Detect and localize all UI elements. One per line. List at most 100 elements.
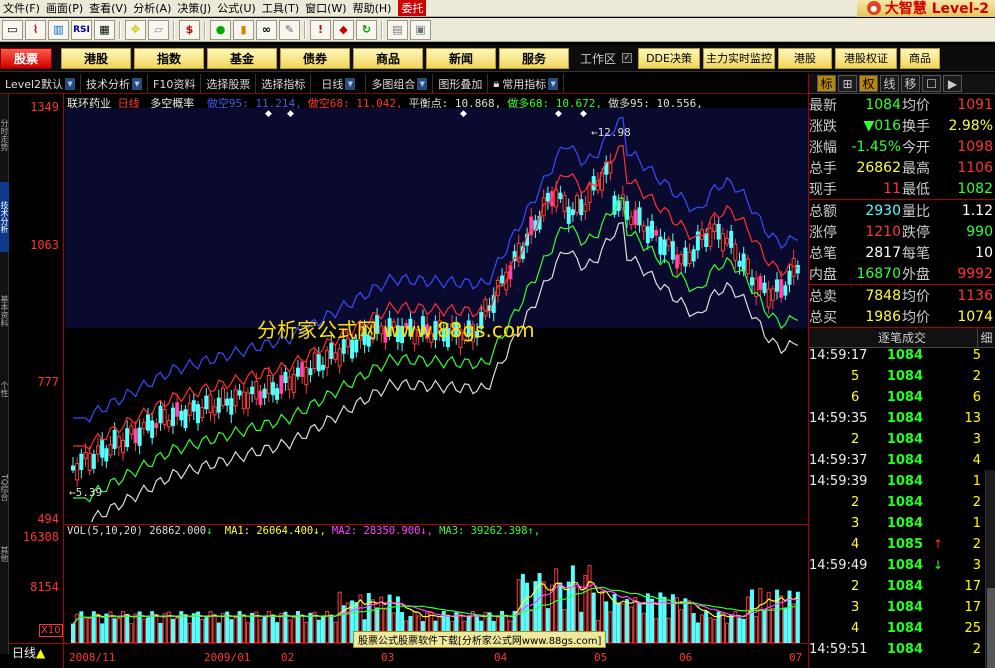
- trade-price: 1084: [886, 642, 923, 657]
- side-tab-personal[interactable]: 个性: [0, 368, 9, 410]
- grid-icon[interactable]: ▦: [94, 19, 115, 40]
- traffic-icon[interactable]: ●: [210, 19, 231, 40]
- nav-bond-button[interactable]: 债券: [280, 47, 350, 69]
- footer-banner[interactable]: 股票公式股票软件下载[分析家公式网www.88gs.com]: [353, 631, 607, 648]
- y-tick-label: 777: [37, 375, 59, 389]
- db-icon[interactable]: ▤: [387, 19, 408, 40]
- nav-hk-button[interactable]: 港股: [61, 47, 131, 69]
- weituo-button[interactable]: 委托: [398, 0, 427, 16]
- trade-row: 14:59:17 1084 5: [809, 348, 995, 369]
- tab-grid[interactable]: ⊞: [838, 75, 857, 92]
- tools-icon[interactable]: ✎: [279, 19, 300, 40]
- menu-tools[interactable]: 工具(T): [259, 0, 302, 16]
- candle-body: [641, 225, 646, 232]
- overlay-button[interactable]: 图形叠加: [433, 73, 489, 94]
- trade-price: 1084: [886, 390, 923, 405]
- menu-view-screen[interactable]: 画面(P): [43, 0, 86, 16]
- nav-service-button[interactable]: 服务: [499, 47, 569, 69]
- tab-quote[interactable]: 标: [817, 75, 836, 92]
- rsi-icon[interactable]: RSI: [71, 19, 92, 40]
- menu-analysis[interactable]: 分析(A): [130, 0, 174, 16]
- volume-bar: [708, 617, 713, 643]
- quote-value: 1074: [957, 308, 993, 325]
- period-switch[interactable]: 日线▲: [12, 644, 45, 661]
- refresh-icon[interactable]: ↻: [356, 19, 377, 40]
- menu-help[interactable]: 帮助(H): [350, 0, 395, 16]
- tab-move[interactable]: 移: [901, 75, 920, 92]
- candle-body: [662, 239, 667, 256]
- side-tab-fundamentals[interactable]: 基本资料: [0, 274, 9, 348]
- menu-formula[interactable]: 公式(U): [214, 0, 259, 16]
- trade-price: 1084: [886, 600, 923, 615]
- select-stock-button[interactable]: 选择股票: [201, 73, 257, 94]
- volume-bar: [129, 623, 134, 643]
- side-tabs: 分时走势 技术分析 基本资料 个性 TQ综合 其他: [0, 94, 9, 654]
- menu-view[interactable]: 查看(V): [86, 0, 130, 16]
- kline-icon[interactable]: ▥: [48, 19, 69, 40]
- side-tab-intraday[interactable]: 分时走势: [0, 94, 9, 176]
- common-indicator-dropdown[interactable]: 🔒︎ 常用指标 ▼: [488, 73, 565, 94]
- volume-bar: [71, 623, 75, 643]
- f10-icon[interactable]: ◆: [333, 19, 354, 40]
- ruler-icon[interactable]: ▱: [148, 19, 169, 40]
- workarea-toggle[interactable]: ✓: [622, 53, 633, 63]
- move-icon[interactable]: ✥: [125, 19, 146, 40]
- candle-body: [787, 270, 792, 285]
- volume-bar: [270, 614, 275, 643]
- menu-window[interactable]: 窗口(W): [302, 0, 349, 16]
- trade-list[interactable]: 14:59:17 1084 5 5 1084 2 6 1084 6 14:59:35 1084 13 2…: [809, 348, 995, 663]
- side-tab-tq[interactable]: TQ综合: [0, 456, 9, 520]
- volume-bar: [133, 613, 138, 643]
- volume-bar: [741, 618, 746, 643]
- dde-button[interactable]: DDE决策: [638, 47, 701, 69]
- volume-bar: [191, 613, 196, 643]
- binoculars-icon[interactable]: ∞: [256, 19, 277, 40]
- alert-icon[interactable]: !: [310, 19, 331, 40]
- quote-label: 每笔: [902, 245, 930, 262]
- kline-chart-panel[interactable]: 1349 1063 777 494 16308 8154 X10 联环药业 日线…: [9, 94, 808, 668]
- scrollbar-thumb[interactable]: [987, 588, 995, 668]
- trade-scrollbar[interactable]: [985, 470, 995, 668]
- tab-rights[interactable]: 权: [859, 75, 878, 92]
- multi-chart-dropdown[interactable]: 多图组合 ▼: [366, 73, 434, 94]
- volume-bar: [162, 613, 167, 643]
- trade-price: 1084: [886, 579, 923, 594]
- menu-decision[interactable]: 决策(J): [174, 0, 214, 16]
- hk-warrant-button[interactable]: 港股权证: [835, 47, 898, 69]
- tab-line[interactable]: 线: [880, 75, 899, 92]
- dollar-icon[interactable]: $: [179, 19, 200, 40]
- nav-commodity-button[interactable]: 商品: [353, 47, 423, 69]
- main-monitor-button[interactable]: 主力实时监控: [703, 47, 776, 69]
- nav-index-button[interactable]: 指数: [134, 47, 204, 69]
- volume-bar: [125, 613, 130, 643]
- candle-body: [237, 390, 242, 396]
- tech-analysis-dropdown[interactable]: 技术分析 ▼: [81, 73, 149, 94]
- side-tab-technical[interactable]: 技术分析: [0, 182, 9, 252]
- tab-box[interactable]: ☐: [922, 75, 941, 92]
- commodity-button[interactable]: 商品: [900, 47, 941, 69]
- candle-body: [233, 388, 238, 407]
- nav-fund-button[interactable]: 基金: [207, 47, 277, 69]
- f10-button[interactable]: F10资料: [148, 73, 202, 94]
- level2-default-dropdown[interactable]: Level2默认 ▼: [0, 73, 82, 94]
- side-tab-other[interactable]: 其他: [0, 534, 9, 574]
- quote-label: 涨停: [809, 224, 837, 241]
- volume-bar: [633, 597, 638, 643]
- quote-value: 7848: [865, 287, 901, 304]
- candle-body: [120, 439, 125, 454]
- trade-volume: 13: [964, 411, 981, 426]
- select-indicator-button[interactable]: 选择指标: [256, 73, 312, 94]
- hk-stock-button[interactable]: 港股: [778, 47, 833, 69]
- nav-stock-button[interactable]: 股票: [0, 47, 52, 69]
- menu-file[interactable]: 文件(F): [0, 0, 43, 16]
- signal-icon[interactable]: ▮: [233, 19, 254, 40]
- detail-button[interactable]: 细: [977, 328, 995, 347]
- window2-icon[interactable]: ▣: [410, 19, 431, 40]
- period-dropdown[interactable]: 日线 ▼: [311, 73, 367, 94]
- trade-volume: 2: [972, 537, 981, 552]
- window-icon[interactable]: ▭: [2, 19, 23, 40]
- tab-next[interactable]: ▶: [943, 75, 962, 92]
- nav-news-button[interactable]: 新闻: [426, 47, 496, 69]
- chart-icon[interactable]: ⌇: [25, 19, 46, 40]
- quote-label: 总笔: [809, 245, 837, 262]
